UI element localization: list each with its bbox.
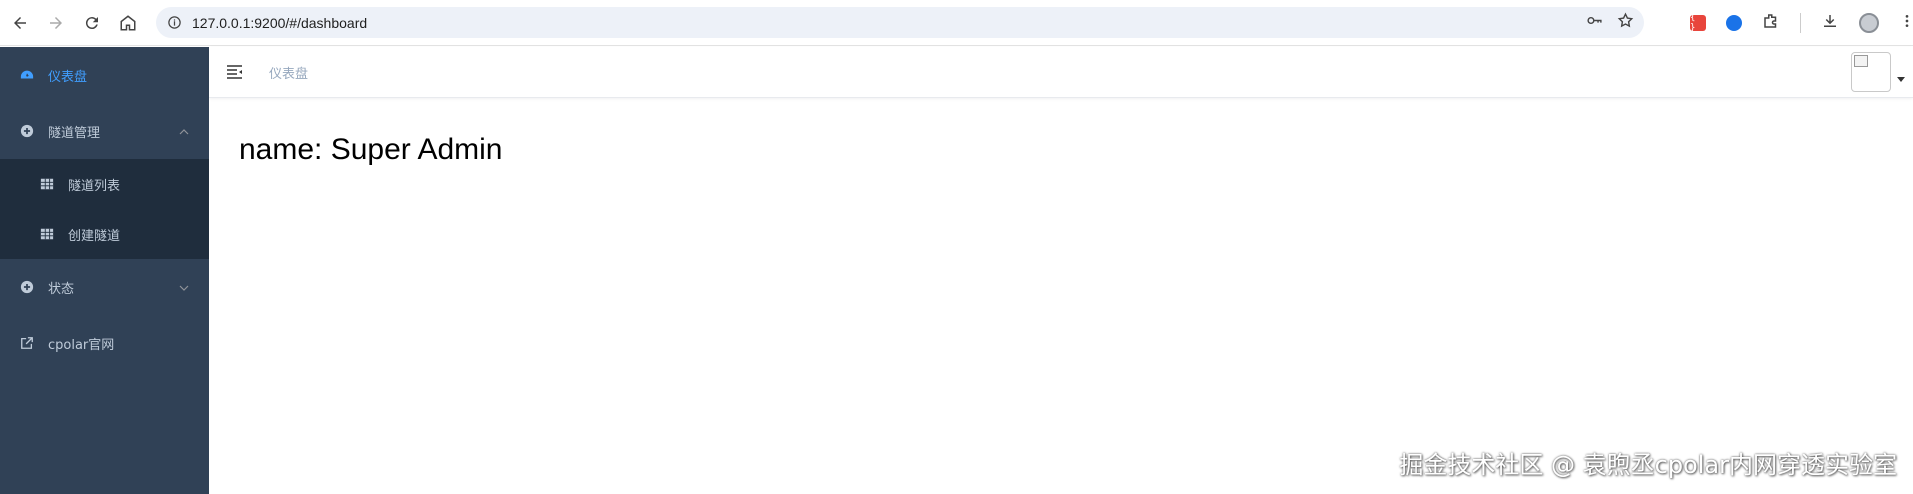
download-icon[interactable] xyxy=(1821,12,1839,34)
user-avatar[interactable] xyxy=(1851,52,1891,92)
chevron-up-icon xyxy=(179,126,189,136)
sidebar-item-dashboard[interactable]: 仪表盘 xyxy=(0,47,209,103)
caret-down-icon[interactable] xyxy=(1897,77,1905,82)
table-icon xyxy=(40,177,54,191)
sidebar-item-label: 隧道列表 xyxy=(68,178,121,194)
sidebar-item-tunnel-management[interactable]: 隧道管理 xyxy=(0,103,209,159)
watermark: 掘金技术社区 @ 袁煦丞cpolar内网穿透实验室 xyxy=(1399,451,1897,479)
browser-toolbar: 127.0.0.1:9200/#/dashboard { } xyxy=(0,0,1913,46)
chevron-down-icon xyxy=(179,282,189,292)
address-bar[interactable]: 127.0.0.1:9200/#/dashboard xyxy=(156,7,1644,38)
sidebar-item-cpolar-website[interactable]: cpolar官网 xyxy=(0,315,209,371)
puzzle-icon[interactable] xyxy=(1762,12,1780,34)
extension-red-icon[interactable]: { } xyxy=(1690,13,1706,33)
dashboard-icon xyxy=(20,68,34,82)
forward-arrow-icon xyxy=(50,16,62,29)
more-menu-icon[interactable] xyxy=(1899,12,1913,34)
bookmark-star-icon[interactable] xyxy=(1617,12,1634,33)
sidebar-item-label: 仪表盘 xyxy=(48,69,88,85)
url-text: 127.0.0.1:9200/#/dashboard xyxy=(192,14,368,31)
sidebar-item-label: 状态 xyxy=(48,281,75,297)
sidebar: 仪表盘 隧道管理 隧道列表 创建隧道 状态 cpolar官网 xyxy=(0,47,209,494)
sidebar-item-label: 隧道管理 xyxy=(48,125,101,141)
sidebar-item-status[interactable]: 状态 xyxy=(0,259,209,315)
submenu-tunnel-management: 隧道列表 创建隧道 xyxy=(0,159,209,259)
plus-circle-icon xyxy=(20,280,34,294)
main-panel: 仪表盘 name: Super Admin 掘金技术社区 @ 袁煦丞cpolar… xyxy=(209,47,1913,494)
forward-button[interactable] xyxy=(38,5,74,41)
navbar: 仪表盘 xyxy=(209,47,1913,98)
plus-circle-icon xyxy=(20,124,34,138)
back-arrow-icon xyxy=(14,16,26,29)
external-link-icon xyxy=(20,336,34,350)
sidebar-item-create-tunnel[interactable]: 创建隧道 xyxy=(0,209,209,259)
reload-button[interactable] xyxy=(74,5,110,41)
sidebar-item-tunnel-list[interactable]: 隧道列表 xyxy=(0,159,209,209)
table-icon xyxy=(40,227,54,241)
broken-image-icon xyxy=(1854,55,1868,67)
sidebar-item-label: cpolar官网 xyxy=(48,337,115,353)
toolbar-separator xyxy=(1800,13,1801,33)
dashboard-container: name: Super Admin xyxy=(209,98,1913,202)
home-icon xyxy=(120,14,136,30)
reload-icon xyxy=(85,16,98,29)
extension-blue-icon[interactable] xyxy=(1726,15,1742,31)
hamburger-icon[interactable] xyxy=(225,62,245,82)
extensions-area: { } xyxy=(1690,0,1913,46)
app-container: 仪表盘 隧道管理 隧道列表 创建隧道 状态 cpolar官网 仪表盘 name:… xyxy=(0,47,1913,494)
site-info-icon[interactable] xyxy=(156,15,192,30)
back-button[interactable] xyxy=(2,5,38,41)
sidebar-item-label: 创建隧道 xyxy=(68,228,121,244)
home-button[interactable] xyxy=(110,5,146,41)
dashboard-text: name: Super Admin xyxy=(239,133,503,166)
breadcrumb[interactable]: 仪表盘 xyxy=(269,63,308,82)
key-icon[interactable] xyxy=(1586,12,1603,33)
profile-avatar-icon[interactable] xyxy=(1859,13,1879,33)
